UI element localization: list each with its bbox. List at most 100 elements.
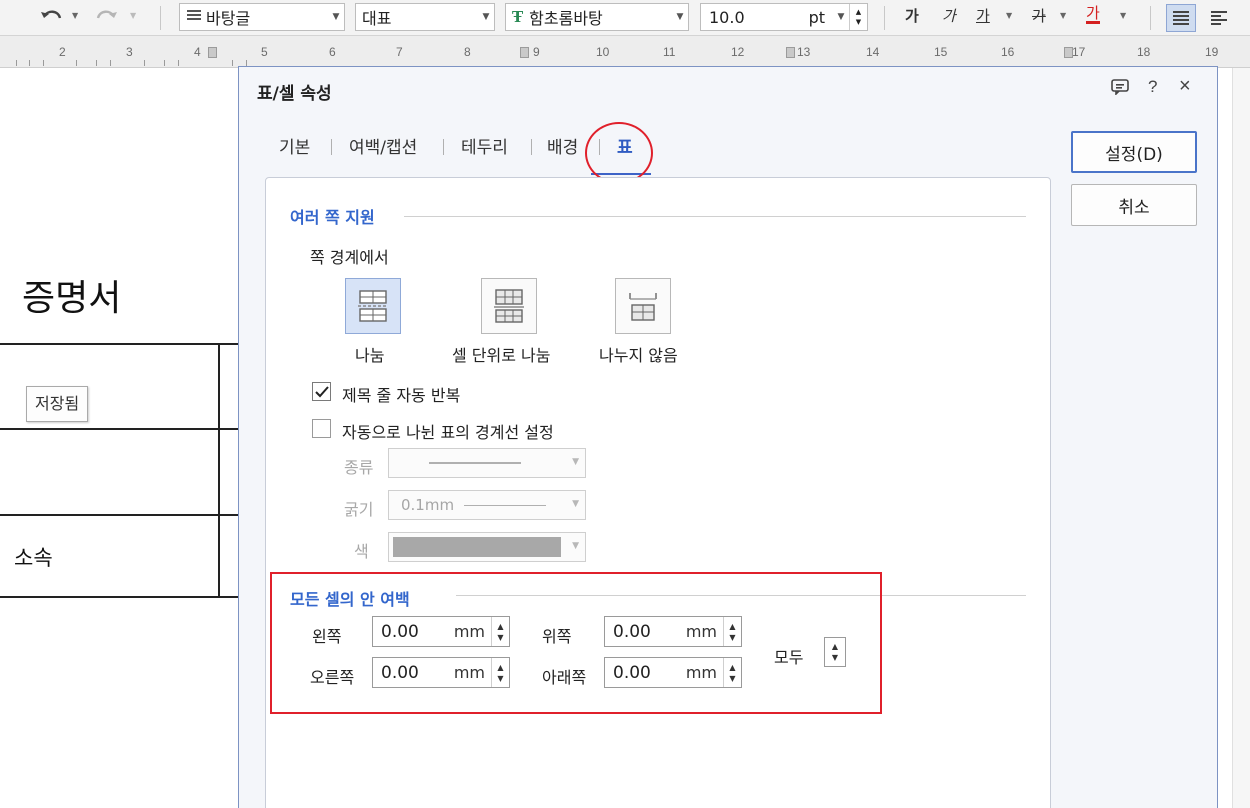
- tab-margin-caption[interactable]: 여백/캡션: [349, 133, 417, 158]
- table-border: [218, 343, 220, 598]
- style-combo-value: 바탕글: [206, 9, 251, 28]
- page-boundary-label: 쪽 경계에서: [310, 248, 389, 267]
- auto-border-label[interactable]: 자동으로 나뉜 표의 경계선 설정: [342, 419, 554, 443]
- font-size-value: 10.0: [709, 7, 745, 27]
- ruler-tick: [164, 60, 165, 66]
- ruler-number: 15: [934, 45, 948, 59]
- table-cell-text[interactable]: 소속: [14, 542, 53, 572]
- toolbar-divider: [884, 6, 885, 30]
- outline-combo[interactable]: 대표 ▼: [355, 3, 495, 31]
- font-combo[interactable]: Ŧ 함초롬바탕 ▼: [505, 3, 689, 31]
- undo-dropdown-icon[interactable]: ▼: [72, 11, 78, 20]
- font-size-unit: pt: [808, 7, 825, 27]
- help-button[interactable]: ?: [1148, 77, 1157, 97]
- border-color-label: 색: [354, 542, 369, 561]
- split-option-cell-unit[interactable]: [481, 278, 537, 334]
- ruler-tick: [178, 60, 179, 66]
- border-thickness-combo[interactable]: 0.1mm ▼: [388, 490, 586, 520]
- close-button[interactable]: ×: [1179, 75, 1191, 98]
- border-type-combo[interactable]: ▼: [388, 448, 586, 478]
- tab-background[interactable]: 배경: [547, 133, 578, 158]
- ruler-tick: [144, 60, 145, 66]
- ruler-tick: [76, 60, 77, 66]
- table-cell-divide-icon: [494, 289, 524, 323]
- split-option-divide[interactable]: [345, 278, 401, 334]
- italic-button[interactable]: 가: [942, 5, 956, 26]
- table-divide-icon: [358, 290, 388, 322]
- ruler-number: 3: [126, 45, 133, 59]
- outline-combo-value: 대표: [362, 9, 392, 28]
- split-option-none[interactable]: [615, 278, 671, 334]
- ruler-tick: [16, 60, 17, 66]
- repeat-header-label[interactable]: 제목 줄 자동 반복: [342, 382, 460, 406]
- ruler-margin-marker[interactable]: [786, 47, 795, 58]
- vertical-scrollbar[interactable]: [1232, 68, 1250, 808]
- redo-dropdown-icon[interactable]: ▼: [130, 11, 136, 20]
- style-combo[interactable]: 바탕글 ▼: [179, 3, 345, 31]
- justify-align-icon[interactable]: [1166, 4, 1196, 32]
- undo-icon[interactable]: [38, 6, 64, 32]
- table-border: [0, 343, 238, 345]
- chevron-down-icon: ▼: [572, 457, 579, 467]
- chevron-down-icon: ▼: [676, 12, 684, 22]
- border-type-label: 종류: [344, 458, 374, 477]
- chevron-down-icon: ▼: [837, 12, 845, 22]
- tab-separator: [443, 139, 444, 155]
- ruler-margin-marker[interactable]: [520, 47, 529, 58]
- strikethrough-button[interactable]: 가: [1032, 5, 1046, 26]
- border-color-combo[interactable]: ▼: [388, 532, 586, 562]
- dialog-options-icon[interactable]: [1111, 79, 1129, 100]
- font-size-spinner[interactable]: ▲ ▼: [849, 4, 867, 30]
- ruler-tick: [43, 60, 44, 66]
- ruler-number: 16: [1001, 45, 1015, 59]
- tab-highlight-circle: [585, 122, 653, 184]
- paragraph-style-icon: [180, 8, 202, 27]
- multi-page-heading: 여러 쪽 지원: [290, 208, 375, 227]
- border-thickness-label: 굵기: [344, 500, 374, 519]
- cancel-button[interactable]: 취소: [1071, 184, 1197, 226]
- ruler-tick: [96, 60, 97, 66]
- font-size-combo[interactable]: 10.0 pt ▼ ▲ ▼: [700, 3, 868, 31]
- ruler-tick: [232, 60, 233, 66]
- tab-border[interactable]: 테두리: [461, 133, 508, 158]
- table-tab-panel: 여러 쪽 지원 쪽 경계에서 나눔 셀 단위로 나눔 나누지 않음 제목 줄 자…: [265, 177, 1051, 808]
- toolbar: ▼ ▼ 바탕글 ▼ 대표 ▼ Ŧ 함초롬바탕 ▼ 10.0 pt ▼ ▲ ▼ 가 …: [0, 0, 1250, 36]
- tab-basic[interactable]: 기본: [279, 133, 310, 158]
- toolbar-divider: [160, 6, 161, 30]
- border-thickness-value: 0.1mm: [401, 496, 455, 514]
- underline-dropdown-icon[interactable]: ▼: [1006, 11, 1012, 20]
- ruler-margin-marker[interactable]: [208, 47, 217, 58]
- ruler-number: 9: [533, 45, 540, 59]
- ruler-number: 13: [797, 45, 811, 59]
- option-label-none: 나누지 않음: [599, 346, 678, 365]
- repeat-header-checkbox[interactable]: [312, 382, 331, 401]
- ruler-number: 2: [59, 45, 66, 59]
- redo-icon[interactable]: [94, 6, 120, 32]
- toolbar-divider: [1150, 6, 1151, 30]
- font-color-button[interactable]: 가: [1086, 5, 1100, 24]
- bold-button[interactable]: 가: [905, 5, 919, 26]
- chevron-down-icon: ▼: [572, 541, 579, 551]
- saved-status-badge: 저장됨: [26, 386, 89, 422]
- font-color-dropdown-icon[interactable]: ▼: [1120, 11, 1126, 20]
- underline-button[interactable]: 가: [976, 5, 990, 26]
- ruler-margin-marker[interactable]: [1064, 47, 1073, 58]
- ruler-number: 8: [464, 45, 471, 59]
- table-border: [0, 596, 238, 598]
- section-divider: [404, 216, 1026, 217]
- ruler-number: 14: [866, 45, 880, 59]
- option-label-cell-unit: 셀 단위로 나눔: [452, 346, 551, 365]
- ruler-tick: [110, 60, 111, 66]
- line-sample: [429, 462, 521, 464]
- left-align-icon[interactable]: [1204, 4, 1234, 32]
- ruler-number: 6: [329, 45, 336, 59]
- horizontal-ruler[interactable]: 2 3 4 5 6 7 8 9 10 11 12 13 14 15 16 17 …: [0, 36, 1250, 68]
- chevron-down-icon: ▼: [482, 12, 490, 22]
- ruler-number: 19: [1205, 45, 1219, 59]
- strikethrough-dropdown-icon[interactable]: ▼: [1060, 11, 1066, 20]
- ok-button[interactable]: 설정(D): [1071, 131, 1197, 173]
- auto-border-checkbox[interactable]: [312, 419, 331, 438]
- table-cell-properties-dialog: 표/셀 속성 ? × 기본 여백/캡션 테두리 배경 표 여러 쪽 지원 쪽 경…: [238, 66, 1218, 808]
- tab-separator: [331, 139, 332, 155]
- ruler-number: 17: [1072, 45, 1086, 59]
